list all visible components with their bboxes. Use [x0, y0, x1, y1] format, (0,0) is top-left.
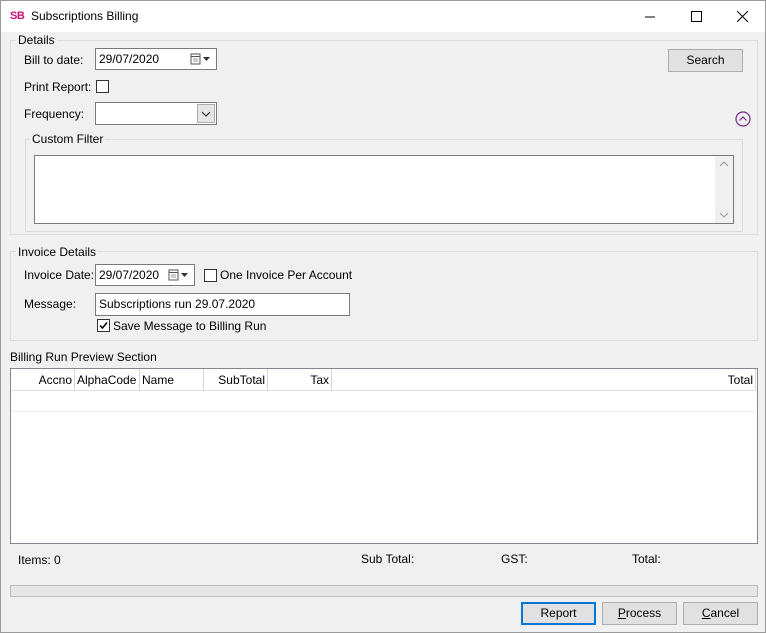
window-title: Subscriptions Billing — [31, 9, 139, 23]
details-group-title: Details — [16, 33, 57, 47]
invoice-date-value: 29/07/2020 — [99, 268, 160, 282]
column-header-alphacode[interactable]: AlphaCode — [75, 369, 140, 391]
column-header-tax[interactable]: Tax — [268, 369, 332, 391]
search-button[interactable]: Search — [668, 49, 743, 72]
cancel-button-label: Cancel — [701, 606, 740, 620]
subscriptions-billing-window: SB Subscriptions Billing Details Bill to… — [0, 0, 766, 633]
items-value: 0 — [54, 553, 61, 567]
column-header-subtotal[interactable]: SubTotal — [204, 369, 268, 391]
calendar-dropdown-icon[interactable] — [190, 52, 214, 66]
cancel-button[interactable]: Cancel — [683, 602, 758, 625]
title-bar: SB Subscriptions Billing — [1, 1, 765, 32]
minimize-button[interactable] — [627, 1, 673, 32]
total-label: Total: — [632, 552, 661, 566]
app-icon: SB — [10, 10, 25, 22]
subtotal-label: Sub Total: — [361, 552, 415, 566]
grid-header: Accno AlphaCode Name SubTotal Tax Total — [11, 369, 757, 391]
maximize-button[interactable] — [673, 1, 719, 32]
close-button[interactable] — [719, 1, 765, 32]
preview-section-title: Billing Run Preview Section — [10, 350, 157, 364]
custom-filter-input[interactable] — [34, 155, 734, 224]
frequency-label: Frequency: — [24, 107, 85, 121]
column-header-accno[interactable]: Accno — [11, 369, 75, 391]
close-icon — [736, 11, 748, 22]
collapse-up-icon[interactable] — [735, 111, 751, 127]
print-report-label: Print Report: — [24, 80, 92, 94]
message-value: Subscriptions run 29.07.2020 — [99, 297, 256, 311]
invoice-date-label: Invoice Date: — [24, 268, 95, 282]
save-message-checkbox[interactable] — [97, 319, 110, 332]
table-row[interactable] — [11, 392, 755, 412]
minimize-icon — [645, 16, 655, 17]
checkmark-icon — [99, 322, 108, 330]
billing-preview-grid[interactable]: Accno AlphaCode Name SubTotal Tax Total — [10, 368, 758, 544]
bill-to-date-label: Bill to date: — [24, 53, 84, 67]
maximize-icon — [690, 11, 702, 22]
report-button-label: Report — [540, 606, 577, 620]
process-button-label: Process — [617, 606, 662, 620]
gst-label: GST: — [501, 552, 528, 566]
save-message-label: Save Message to Billing Run — [113, 319, 267, 333]
report-button[interactable]: Report — [521, 602, 596, 625]
custom-filter-title: Custom Filter — [30, 132, 106, 146]
invoice-details-title: Invoice Details — [16, 245, 99, 259]
bill-to-date-value: 29/07/2020 — [99, 52, 160, 66]
chevron-down-icon[interactable] — [197, 104, 215, 123]
one-invoice-checkbox[interactable] — [204, 269, 217, 282]
items-label: Items: — [18, 553, 51, 567]
column-header-name[interactable]: Name — [140, 369, 204, 391]
message-label: Message: — [24, 297, 77, 311]
process-button[interactable]: Process — [602, 602, 677, 625]
message-input[interactable]: Subscriptions run 29.07.2020 — [95, 293, 350, 316]
invoice-calendar-dropdown-icon[interactable] — [168, 268, 192, 282]
one-invoice-label: One Invoice Per Account — [220, 268, 353, 282]
column-header-total[interactable]: Total — [332, 369, 756, 391]
print-report-checkbox[interactable] — [96, 80, 109, 93]
custom-filter-scrollbar[interactable] — [715, 156, 733, 223]
progress-bar — [10, 585, 758, 597]
